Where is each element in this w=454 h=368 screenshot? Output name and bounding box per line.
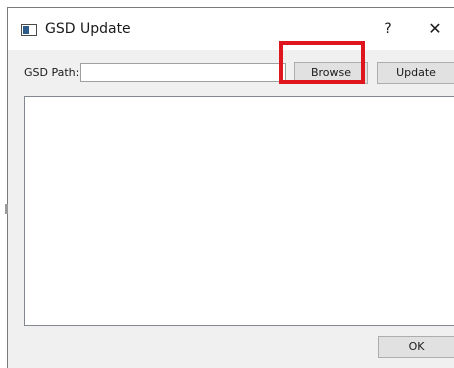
gsd-path-input[interactable] <box>80 63 286 82</box>
application-window-icon <box>21 24 37 36</box>
close-button[interactable]: ✕ <box>425 20 445 38</box>
gsd-path-label: GSD Path: <box>24 66 80 79</box>
update-button[interactable]: Update <box>377 62 454 84</box>
output-log-area[interactable] <box>24 96 454 326</box>
window-title: GSD Update <box>45 21 131 37</box>
browse-button[interactable]: Browse <box>294 62 368 84</box>
app-icon-screen <box>23 26 29 34</box>
help-button[interactable]: ? <box>380 20 396 38</box>
gsd-update-dialog: GSD Update ? ✕ GSD Path: Browse Update O… <box>8 8 454 368</box>
screenshot-canvas: GSD Update ? ✕ GSD Path: Browse Update O… <box>0 0 454 368</box>
title-bar[interactable]: GSD Update ? ✕ <box>8 8 454 50</box>
ok-button[interactable]: OK <box>378 336 454 358</box>
